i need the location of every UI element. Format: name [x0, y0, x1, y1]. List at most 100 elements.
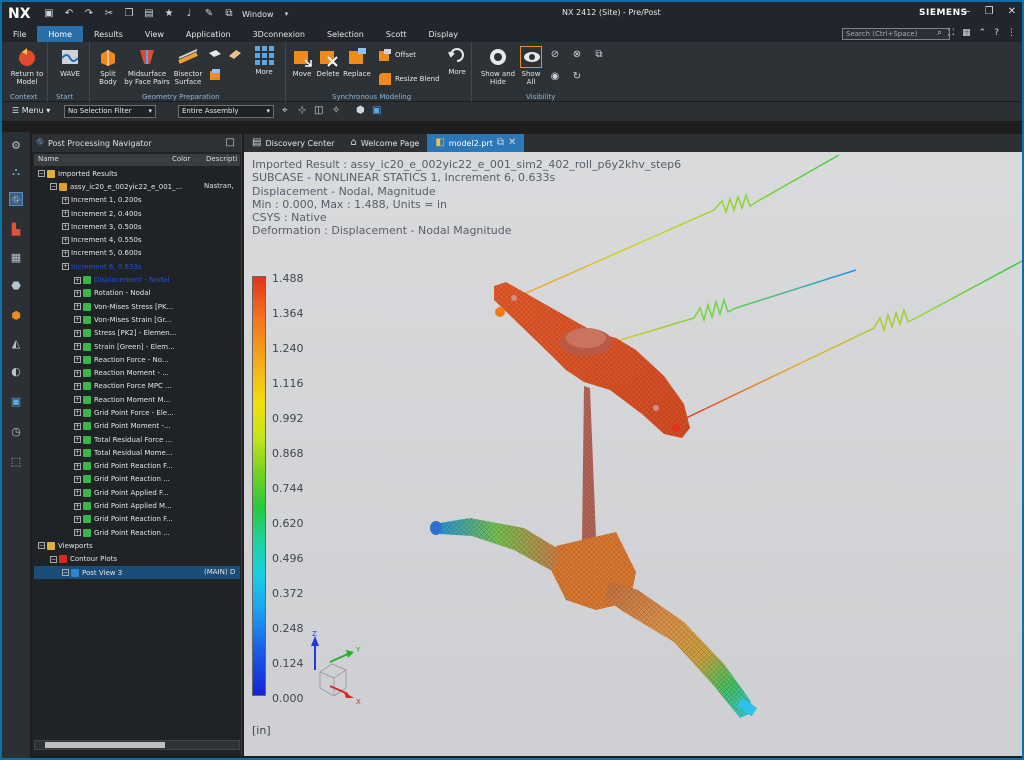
patch-icon[interactable]: [228, 48, 242, 62]
expand-toggle-icon[interactable]: +: [74, 303, 81, 311]
tree-row[interactable]: + Grid Point Applied M...: [34, 499, 240, 512]
expand-toggle-icon[interactable]: +: [74, 502, 81, 510]
move-face-button[interactable]: Move: [288, 46, 316, 78]
expand-toggle-icon[interactable]: +: [74, 436, 81, 444]
more-geometry-button[interactable]: More: [252, 44, 276, 76]
tree-row[interactable]: + Grid Point Reaction ...: [34, 473, 240, 486]
collapse-ribbon-icon[interactable]: ⌃: [979, 28, 987, 38]
resize-blend-button[interactable]: Resize Blend: [378, 72, 440, 86]
panel-maximize-icon[interactable]: □: [226, 138, 235, 148]
expand-toggle-icon[interactable]: −: [50, 183, 57, 191]
filter-icon[interactable]: ◫: [314, 106, 323, 116]
expand-toggle-icon[interactable]: +: [74, 475, 81, 483]
horizontal-scrollbar[interactable]: [34, 740, 240, 750]
tree-row[interactable]: + Grid Point Force - Ele...: [34, 406, 240, 419]
tree-row[interactable]: + Displacement - Nodal: [34, 273, 240, 286]
tree-row[interactable]: + Grid Point Reaction ...: [34, 526, 240, 539]
wave-button[interactable]: WAVE: [58, 46, 82, 78]
tree-row[interactable]: + Grid Point Applied F...: [34, 486, 240, 499]
tab-discovery-center[interactable]: ▤ Discovery Center: [244, 134, 342, 152]
column-color[interactable]: Color: [172, 155, 190, 163]
expand-toggle-icon[interactable]: −: [38, 170, 45, 178]
expand-toggle-icon[interactable]: +: [74, 422, 81, 430]
tree-row[interactable]: + Grid Point Reaction F...: [34, 513, 240, 526]
show-only-icon[interactable]: ⧉: [592, 48, 606, 62]
tab-3dconnexion[interactable]: 3Dconnexion: [242, 26, 316, 42]
reuse-library-icon[interactable]: ⬣: [9, 278, 23, 292]
restore-icon[interactable]: ❐: [985, 6, 994, 17]
undock-icon[interactable]: ⧉: [497, 138, 504, 148]
tree-row[interactable]: + Grid Point Moment -...: [34, 420, 240, 433]
tab-scott[interactable]: Scott: [375, 26, 418, 42]
tree-row[interactable]: + Reaction Force - No...: [34, 353, 240, 366]
tab-file[interactable]: File: [2, 26, 37, 42]
tab-model2-prt[interactable]: ◧ model2.prt ⧉ ✕: [427, 134, 525, 152]
scrollbar-thumb[interactable]: [45, 742, 165, 748]
expand-toggle-icon[interactable]: +: [74, 356, 81, 364]
strut-column[interactable]: [582, 386, 596, 544]
expand-toggle-icon[interactable]: +: [74, 449, 81, 457]
more-sync-button[interactable]: More: [444, 44, 470, 76]
window-icon[interactable]: ⧉: [222, 7, 236, 21]
save-icon[interactable]: ▣: [42, 7, 56, 21]
expand-toggle-icon[interactable]: +: [74, 409, 81, 417]
expand-toggle-icon[interactable]: +: [62, 223, 69, 231]
box-icon[interactable]: [208, 68, 222, 82]
tree-row[interactable]: − Imported Results: [34, 167, 240, 180]
hide-icon[interactable]: ⊘: [548, 48, 562, 62]
palette-icon[interactable]: ▦: [9, 250, 23, 264]
sew-icon[interactable]: [208, 48, 222, 62]
role-icon[interactable]: ◭: [9, 336, 23, 350]
tree-row[interactable]: + Rotation - Nodal: [34, 287, 240, 300]
expand-toggle-icon[interactable]: +: [62, 263, 69, 271]
window-menu[interactable]: Window: [242, 10, 274, 19]
redo-icon[interactable]: ↷: [82, 7, 96, 21]
hide-selected-icon[interactable]: ⊗: [570, 48, 584, 62]
cube-icon[interactable]: ⬢: [356, 106, 365, 116]
expand-toggle-icon[interactable]: +: [74, 343, 81, 350]
layout-viewer-icon[interactable]: ▣: [9, 394, 23, 408]
expand-toggle-icon[interactable]: +: [74, 316, 81, 324]
split-body-button[interactable]: Split Body: [96, 46, 120, 86]
show-all-button[interactable]: Show All: [518, 46, 544, 86]
lasso-icon[interactable]: ✧: [332, 106, 340, 116]
column-name[interactable]: Name: [38, 155, 59, 163]
touch-icon[interactable]: ✎: [202, 7, 216, 21]
web-browser-icon[interactable]: ◐: [9, 364, 23, 378]
undo-icon[interactable]: ↶: [62, 7, 76, 21]
part-icon[interactable]: ▣: [372, 106, 381, 116]
expand-toggle-icon[interactable]: +: [74, 329, 81, 337]
selection-scope-dropdown[interactable]: Entire Assembly ▾: [178, 105, 274, 118]
selection-filter-dropdown[interactable]: No Selection Filter ▾: [64, 105, 156, 118]
tab-application[interactable]: Application: [175, 26, 242, 42]
tab-welcome-page[interactable]: ⌂ Welcome Page: [342, 134, 427, 152]
graphics-window[interactable]: Imported Result : assy_ic20_e_002yic22_e…: [244, 152, 1022, 756]
tree-row[interactable]: + Total Residual Force ...: [34, 433, 240, 446]
tree-row[interactable]: + Increment 6, 0.633s: [34, 260, 240, 273]
microphone-icon[interactable]: ♩: [182, 7, 196, 21]
copy-icon[interactable]: ❐: [122, 7, 136, 21]
star-icon[interactable]: ★: [162, 7, 176, 21]
spring-element[interactable]: [593, 269, 857, 349]
chevron-down-icon[interactable]: ▾: [280, 7, 294, 21]
tree-row[interactable]: + Grid Point Reaction F...: [34, 460, 240, 473]
tab-selection[interactable]: Selection: [316, 26, 375, 42]
tree-row[interactable]: + Increment 5, 0.600s: [34, 247, 240, 260]
tab-display[interactable]: Display: [418, 26, 470, 42]
system-materials-icon[interactable]: ⬚: [9, 454, 23, 468]
show-and-hide-button[interactable]: Show and Hide: [480, 46, 516, 86]
expand-toggle-icon[interactable]: +: [74, 396, 81, 404]
tree-row[interactable]: + Increment 3, 0.500s: [34, 220, 240, 233]
gear-icon[interactable]: ⚙: [9, 138, 23, 152]
minimize-icon[interactable]: —: [961, 6, 971, 17]
search-icon[interactable]: ⌕: [937, 28, 942, 38]
tree-row[interactable]: + Total Residual Mome...: [34, 446, 240, 459]
replace-face-button[interactable]: Replace: [342, 46, 372, 78]
lower-control-arm[interactable]: [604, 582, 758, 718]
part-navigator-icon[interactable]: ▙: [9, 222, 23, 236]
tree-row[interactable]: + Reaction Moment - ...: [34, 366, 240, 379]
post-navigator-icon[interactable]: ⛗: [9, 192, 23, 206]
paste-icon[interactable]: ▤: [142, 7, 156, 21]
expand-toggle-icon[interactable]: +: [74, 289, 81, 297]
close-icon[interactable]: ✕: [1008, 6, 1016, 17]
